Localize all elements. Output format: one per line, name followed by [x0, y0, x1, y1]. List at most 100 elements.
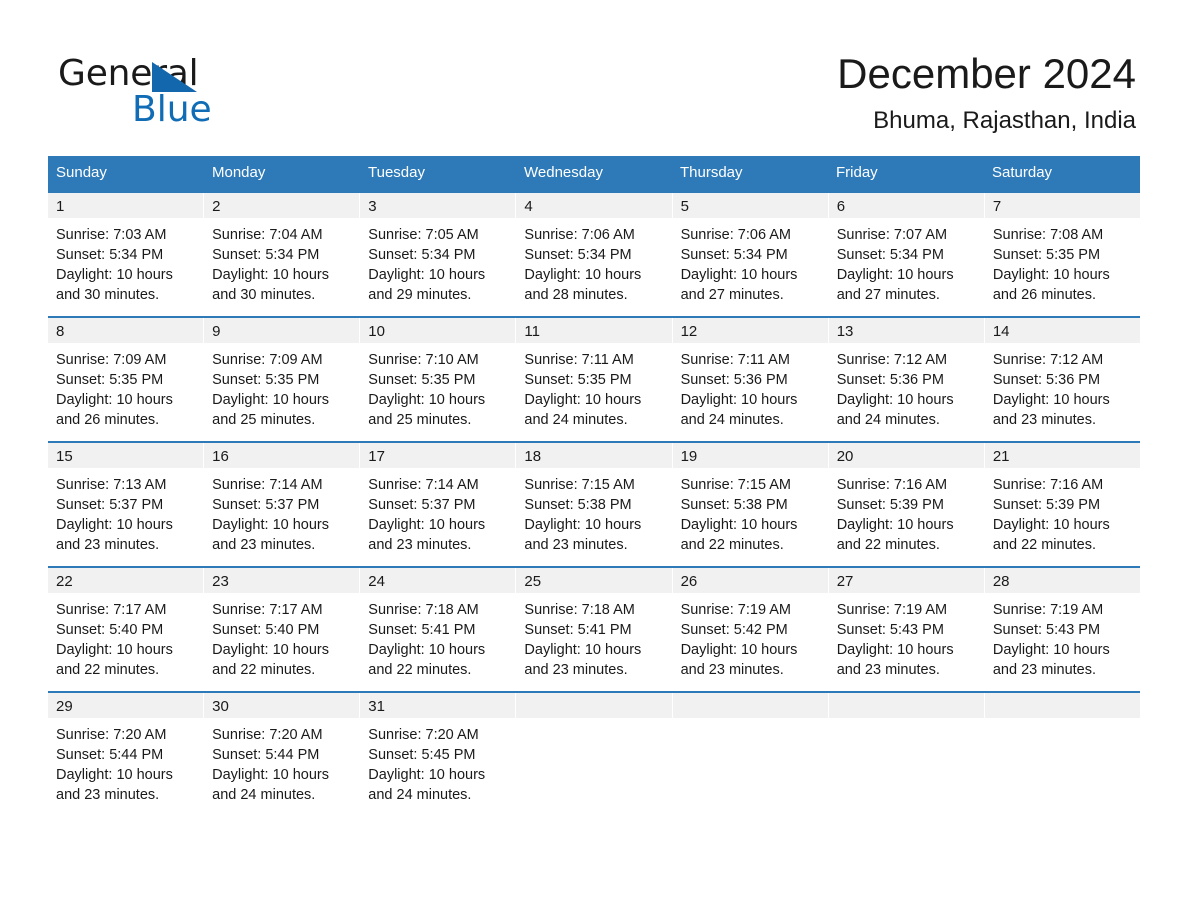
day-cell[interactable]: 26 Sunrise: 7:19 AM Sunset: 5:42 PM Dayl… [672, 568, 829, 691]
day-cell[interactable]: 22 Sunrise: 7:17 AM Sunset: 5:40 PM Dayl… [48, 568, 205, 691]
day-cell[interactable]: 31 Sunrise: 7:20 AM Sunset: 5:45 PM Dayl… [360, 693, 517, 816]
sunrise-text: Sunrise: 7:04 AM [212, 227, 323, 243]
day-cell[interactable]: 8 Sunrise: 7:09 AM Sunset: 5:35 PM Dayli… [48, 318, 205, 441]
day-details: Sunrise: 7:14 AM Sunset: 5:37 PM Dayligh… [204, 468, 359, 555]
sunrise-text: Sunrise: 7:16 AM [836, 477, 948, 493]
sunrise-text: Sunrise: 7:09 AM [212, 352, 323, 368]
day-cell[interactable]: 30 Sunrise: 7:20 AM Sunset: 5:44 PM Dayl… [204, 693, 361, 816]
week-row: 29 Sunrise: 7:20 AM Sunset: 5:44 PM Dayl… [48, 691, 1140, 816]
day-number: 2 [204, 193, 360, 218]
weekday-header-row: Sunday Monday Tuesday Wednesday Thursday… [48, 156, 1140, 191]
sunrise-text: Sunrise: 7:07 AM [836, 227, 948, 243]
day-cell[interactable]: 7 Sunrise: 7:08 AM Sunset: 5:35 PM Dayli… [984, 193, 1140, 316]
day-details: Sunrise: 7:18 AM Sunset: 5:41 PM Dayligh… [360, 593, 515, 680]
sunrise-text: Sunrise: 7:03 AM [56, 227, 167, 243]
day-cell[interactable]: 20 Sunrise: 7:16 AM Sunset: 5:39 PM Dayl… [828, 443, 985, 566]
day-number: 18 [516, 443, 672, 468]
day-cell[interactable]: 14 Sunrise: 7:12 AM Sunset: 5:36 PM Dayl… [984, 318, 1140, 441]
day-cell[interactable]: 13 Sunrise: 7:12 AM Sunset: 5:36 PM Dayl… [828, 318, 985, 441]
day-cell-empty [828, 693, 985, 816]
day-cell[interactable]: 11 Sunrise: 7:11 AM Sunset: 5:35 PM Dayl… [516, 318, 673, 441]
day-details: Sunrise: 7:11 AM Sunset: 5:36 PM Dayligh… [673, 343, 828, 430]
daylight-text: Daylight: 10 hours and 27 minutes. [836, 267, 954, 303]
sunrise-text: Sunrise: 7:15 AM [680, 477, 791, 493]
day-details [985, 718, 1140, 725]
sunset-text: Sunset: 5:34 PM [212, 247, 320, 263]
day-cell[interactable]: 5 Sunrise: 7:06 AM Sunset: 5:34 PM Dayli… [672, 193, 829, 316]
daylight-text: Daylight: 10 hours and 22 minutes. [836, 517, 954, 553]
sunrise-text: Sunrise: 7:11 AM [524, 352, 634, 368]
day-cell[interactable]: 3 Sunrise: 7:05 AM Sunset: 5:34 PM Dayli… [360, 193, 517, 316]
daylight-text: Daylight: 10 hours and 23 minutes. [212, 517, 330, 553]
day-cell[interactable]: 21 Sunrise: 7:16 AM Sunset: 5:39 PM Dayl… [984, 443, 1140, 566]
sunrise-text: Sunrise: 7:12 AM [992, 352, 1104, 368]
sunset-text: Sunset: 5:34 PM [524, 247, 632, 263]
day-number: 24 [360, 568, 516, 593]
day-cell[interactable]: 15 Sunrise: 7:13 AM Sunset: 5:37 PM Dayl… [48, 443, 205, 566]
day-number: 14 [984, 318, 1140, 343]
daylight-text: Daylight: 10 hours and 26 minutes. [56, 392, 173, 428]
day-cell[interactable]: 17 Sunrise: 7:14 AM Sunset: 5:37 PM Dayl… [360, 443, 517, 566]
day-number: 26 [672, 568, 828, 593]
sunset-text: Sunset: 5:35 PM [368, 372, 476, 388]
day-cell[interactable]: 6 Sunrise: 7:07 AM Sunset: 5:34 PM Dayli… [828, 193, 985, 316]
sunset-text: Sunset: 5:34 PM [368, 247, 476, 263]
day-details [829, 718, 984, 725]
day-number: 29 [48, 693, 204, 718]
sunrise-text: Sunrise: 7:09 AM [56, 352, 167, 368]
day-cell[interactable]: 1 Sunrise: 7:03 AM Sunset: 5:34 PM Dayli… [48, 193, 205, 316]
sunset-text: Sunset: 5:45 PM [368, 747, 476, 763]
day-cell[interactable]: 28 Sunrise: 7:19 AM Sunset: 5:43 PM Dayl… [984, 568, 1140, 691]
day-number: 15 [48, 443, 204, 468]
day-cell[interactable]: 19 Sunrise: 7:15 AM Sunset: 5:38 PM Dayl… [672, 443, 829, 566]
day-number: 6 [828, 193, 984, 218]
day-number: 3 [360, 193, 516, 218]
day-cell[interactable]: 29 Sunrise: 7:20 AM Sunset: 5:44 PM Dayl… [48, 693, 205, 816]
sunset-text: Sunset: 5:36 PM [992, 372, 1101, 388]
day-number: 5 [672, 193, 828, 218]
day-details: Sunrise: 7:18 AM Sunset: 5:41 PM Dayligh… [516, 593, 671, 680]
daylight-text: Daylight: 10 hours and 26 minutes. [992, 267, 1110, 303]
day-number: 12 [672, 318, 828, 343]
daylight-text: Daylight: 10 hours and 24 minutes. [524, 392, 642, 428]
day-details: Sunrise: 7:04 AM Sunset: 5:34 PM Dayligh… [204, 218, 359, 305]
day-details: Sunrise: 7:17 AM Sunset: 5:40 PM Dayligh… [204, 593, 359, 680]
daylight-text: Daylight: 10 hours and 30 minutes. [212, 267, 330, 303]
day-cell[interactable]: 24 Sunrise: 7:18 AM Sunset: 5:41 PM Dayl… [360, 568, 517, 691]
weekday-header-friday: Friday [836, 164, 878, 181]
daylight-text: Daylight: 10 hours and 23 minutes. [524, 642, 642, 678]
day-details: Sunrise: 7:19 AM Sunset: 5:43 PM Dayligh… [829, 593, 984, 680]
daylight-text: Daylight: 10 hours and 23 minutes. [368, 517, 486, 553]
daylight-text: Daylight: 10 hours and 23 minutes. [836, 642, 954, 678]
sunrise-text: Sunrise: 7:16 AM [992, 477, 1104, 493]
daylight-text: Daylight: 10 hours and 25 minutes. [368, 392, 486, 428]
day-cell[interactable]: 4 Sunrise: 7:06 AM Sunset: 5:34 PM Dayli… [516, 193, 673, 316]
day-details: Sunrise: 7:14 AM Sunset: 5:37 PM Dayligh… [360, 468, 515, 555]
daylight-text: Daylight: 10 hours and 24 minutes. [212, 767, 330, 803]
sunset-text: Sunset: 5:35 PM [212, 372, 320, 388]
day-number [516, 693, 672, 718]
day-cell[interactable]: 25 Sunrise: 7:18 AM Sunset: 5:41 PM Dayl… [516, 568, 673, 691]
day-details: Sunrise: 7:13 AM Sunset: 5:37 PM Dayligh… [48, 468, 203, 555]
day-cell[interactable]: 27 Sunrise: 7:19 AM Sunset: 5:43 PM Dayl… [828, 568, 985, 691]
day-cell[interactable]: 16 Sunrise: 7:14 AM Sunset: 5:37 PM Dayl… [204, 443, 361, 566]
sunrise-text: Sunrise: 7:18 AM [524, 602, 635, 618]
sunrise-text: Sunrise: 7:19 AM [836, 602, 948, 618]
week-row: 1 Sunrise: 7:03 AM Sunset: 5:34 PM Dayli… [48, 191, 1140, 316]
sunset-text: Sunset: 5:37 PM [212, 497, 320, 513]
daylight-text: Daylight: 10 hours and 23 minutes. [56, 767, 173, 803]
day-details [516, 718, 671, 725]
sunset-text: Sunset: 5:41 PM [524, 622, 632, 638]
sunrise-text: Sunrise: 7:06 AM [524, 227, 635, 243]
week-row: 8 Sunrise: 7:09 AM Sunset: 5:35 PM Dayli… [48, 316, 1140, 441]
day-number: 19 [672, 443, 828, 468]
day-cell[interactable]: 12 Sunrise: 7:11 AM Sunset: 5:36 PM Dayl… [672, 318, 829, 441]
day-cell[interactable]: 23 Sunrise: 7:17 AM Sunset: 5:40 PM Dayl… [204, 568, 361, 691]
day-cell[interactable]: 10 Sunrise: 7:10 AM Sunset: 5:35 PM Dayl… [360, 318, 517, 441]
day-cell[interactable]: 18 Sunrise: 7:15 AM Sunset: 5:38 PM Dayl… [516, 443, 673, 566]
day-cell[interactable]: 2 Sunrise: 7:04 AM Sunset: 5:34 PM Dayli… [204, 193, 361, 316]
day-cell[interactable]: 9 Sunrise: 7:09 AM Sunset: 5:35 PM Dayli… [204, 318, 361, 441]
daylight-text: Daylight: 10 hours and 27 minutes. [680, 267, 798, 303]
day-number: 23 [204, 568, 360, 593]
day-number [984, 693, 1140, 718]
